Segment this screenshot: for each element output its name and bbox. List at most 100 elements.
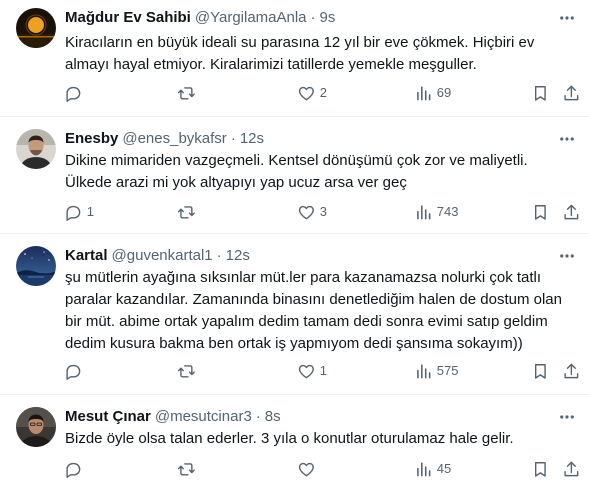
retweet-button[interactable] (177, 202, 200, 222)
views-button[interactable]: 45 (414, 459, 451, 479)
retweet-icon (177, 203, 196, 222)
views-button[interactable]: 743 (414, 202, 458, 222)
avatar[interactable] (16, 407, 56, 447)
retweet-button[interactable] (177, 361, 200, 381)
tweet-actions: 1 3 743 (59, 202, 587, 222)
tweet[interactable]: Enesby @enes_bykafsr · 12s Dikine mimari… (0, 117, 589, 234)
views-button[interactable]: 575 (414, 361, 458, 381)
share-icon (562, 84, 581, 103)
bookmark-icon (531, 203, 550, 222)
more-icon[interactable] (557, 8, 577, 28)
reply-button[interactable]: 1 (64, 202, 94, 222)
share-button[interactable] (562, 361, 581, 381)
bookmark-button[interactable] (531, 83, 550, 103)
man-dark-avatar (16, 407, 56, 447)
retweet-icon (177, 460, 196, 479)
night-sky-avatar (16, 246, 56, 286)
like-count: 2 (319, 85, 327, 100)
user-name[interactable]: Enesby (65, 129, 118, 149)
bookmark-icon (531, 362, 550, 381)
share-button[interactable] (562, 459, 581, 479)
tweet-actions: 2 69 (59, 83, 587, 103)
views-icon (414, 84, 433, 103)
tweet-actions: 45 (59, 459, 587, 479)
reply-icon (64, 84, 83, 103)
like-count: 3 (319, 204, 327, 219)
tweet-text: Dikine mimariden vazgeçmeli. Kentsel dön… (65, 152, 528, 191)
timestamp[interactable]: 8s (265, 407, 281, 427)
view-count: 69 (436, 85, 452, 100)
like-button[interactable]: 3 (297, 202, 327, 222)
tweet-header: Mesut Çınar @mesutcinar3 · 8s (65, 407, 281, 427)
tweet-text: Kiracıların en büyük ideali su parasına … (65, 34, 535, 73)
retweet-icon (177, 84, 196, 103)
bookmark-button[interactable] (531, 459, 550, 479)
share-icon (562, 460, 581, 479)
tweet-actions: 1 575 (59, 361, 587, 381)
views-icon (414, 203, 433, 222)
user-name[interactable]: Kartal (65, 246, 108, 266)
reply-button[interactable] (64, 361, 87, 381)
man-photo-avatar (16, 129, 56, 169)
bookmark-button[interactable] (531, 202, 550, 222)
tweet[interactable]: Mesut Çınar @mesutcinar3 · 8s Bizde öyle… (0, 395, 589, 482)
like-button[interactable]: 2 (297, 83, 327, 103)
bookmark-icon (531, 84, 550, 103)
bookmark-button[interactable] (531, 361, 550, 381)
tweet-header: Enesby @enes_bykafsr · 12s (65, 129, 264, 149)
reply-button[interactable] (64, 83, 87, 103)
like-icon (297, 84, 316, 103)
user-name[interactable]: Mesut Çınar (65, 407, 151, 427)
timestamp[interactable]: 12s (240, 129, 264, 149)
reply-icon (64, 203, 83, 222)
user-name[interactable]: Mağdur Ev Sahibi (65, 8, 191, 28)
tweet-text: şu mütlerin ayağına sıksınlar müt.ler pa… (65, 269, 562, 352)
retweet-icon (177, 362, 196, 381)
like-icon (297, 362, 316, 381)
more-icon[interactable] (557, 129, 577, 149)
retweet-button[interactable] (177, 459, 200, 479)
views-button[interactable]: 69 (414, 83, 451, 103)
share-button[interactable] (562, 83, 581, 103)
more-icon[interactable] (557, 407, 577, 427)
timestamp[interactable]: 12s (226, 246, 250, 266)
like-icon (297, 203, 316, 222)
tweet-text: Bizde öyle olsa talan ederler. 3 yıla o … (65, 430, 514, 447)
view-count: 575 (436, 363, 459, 378)
views-icon (414, 460, 433, 479)
retweet-button[interactable] (177, 83, 200, 103)
avatar[interactable] (16, 246, 56, 286)
view-count: 743 (436, 204, 459, 219)
reply-icon (64, 460, 83, 479)
tweet[interactable]: Mağdur Ev Sahibi @YargilamaAnla · 9s Kir… (0, 0, 589, 117)
user-handle[interactable]: @mesutcinar3 (155, 407, 252, 427)
share-icon (562, 362, 581, 381)
separator: · (310, 9, 316, 26)
separator: · (216, 247, 222, 264)
separator: · (255, 408, 261, 425)
tweet[interactable]: Kartal @guvenkartal1 · 12s şu mütlerin a… (0, 234, 589, 395)
like-count: 1 (319, 363, 327, 378)
avatar[interactable] (16, 8, 56, 48)
views-icon (414, 362, 433, 381)
moon-night-avatar (16, 8, 56, 48)
tweet-header: Kartal @guvenkartal1 · 12s (65, 246, 250, 266)
like-icon (297, 460, 316, 479)
like-button[interactable]: 1 (297, 361, 327, 381)
timestamp[interactable]: 9s (320, 8, 336, 28)
user-handle[interactable]: @guvenkartal1 (112, 246, 213, 266)
like-button[interactable] (297, 459, 320, 479)
separator: · (230, 130, 236, 147)
view-count: 45 (436, 461, 452, 476)
user-handle[interactable]: @YargilamaAnla (195, 8, 307, 28)
bookmark-icon (531, 460, 550, 479)
share-icon (562, 203, 581, 222)
share-button[interactable] (562, 202, 581, 222)
reply-button[interactable] (64, 459, 87, 479)
reply-count: 1 (86, 204, 94, 219)
tweet-header: Mağdur Ev Sahibi @YargilamaAnla · 9s (65, 8, 335, 28)
reply-icon (64, 362, 83, 381)
avatar[interactable] (16, 129, 56, 169)
user-handle[interactable]: @enes_bykafsr (122, 129, 226, 149)
more-icon[interactable] (557, 246, 577, 266)
